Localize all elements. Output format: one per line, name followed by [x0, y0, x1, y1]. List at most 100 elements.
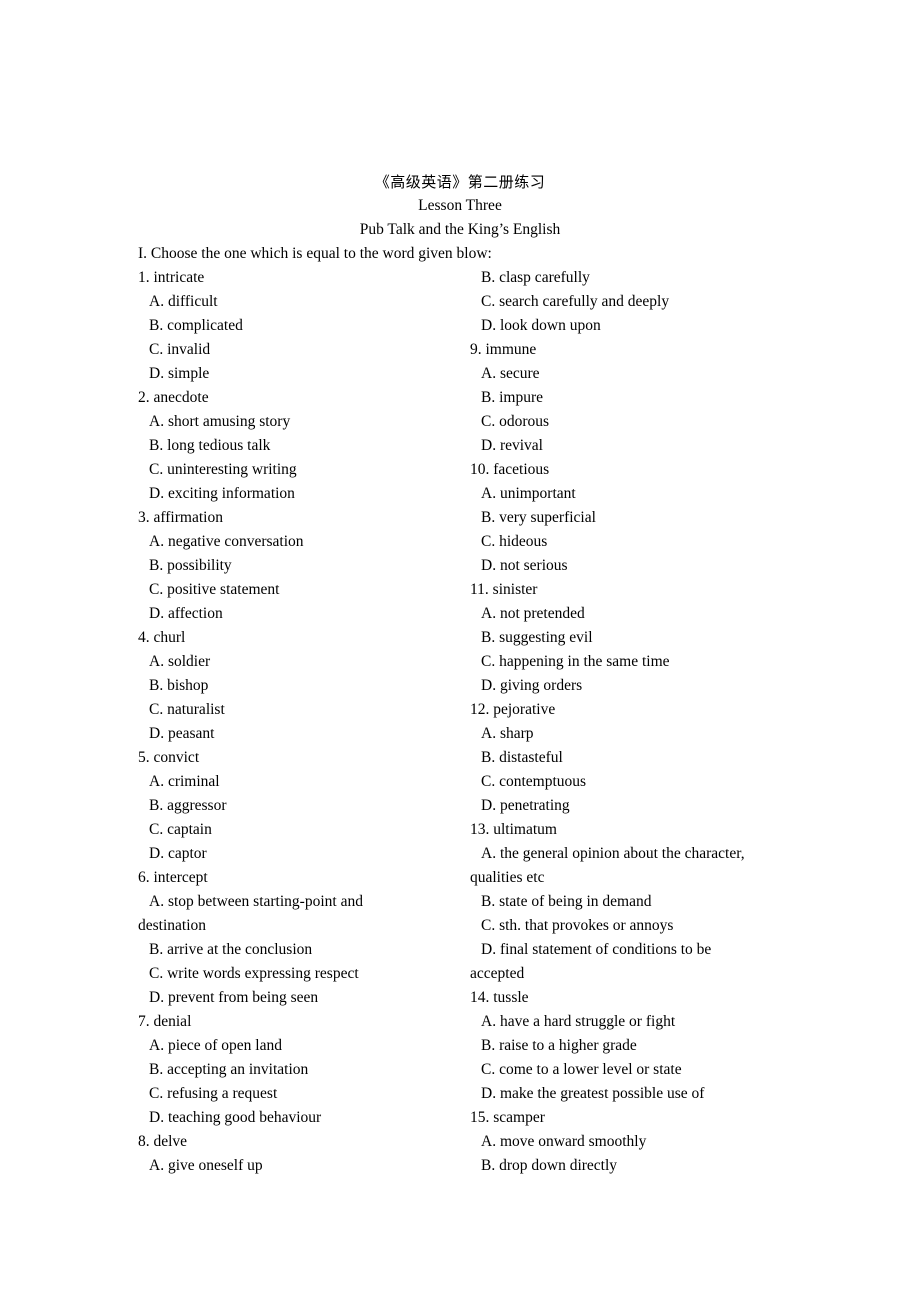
question-row: D. captor A. the general opinion about th… — [0, 842, 920, 866]
question-row: D. teaching good behaviour 15. scamper — [0, 1106, 920, 1130]
answer-option-right: C. search carefully and deeply — [481, 293, 670, 310]
answer-option-right: C. odorous — [481, 413, 550, 430]
answer-option-right: B. raise to a higher grade — [481, 1037, 637, 1054]
question-entry-right: 14. tussle — [470, 989, 529, 1006]
answer-option-left: C. naturalist — [149, 701, 225, 718]
question-entry-left: 7. denial — [138, 1013, 192, 1030]
question-row: 2. anecdote B. impure — [0, 386, 920, 410]
answer-option-right: B. very superficial — [481, 509, 596, 526]
question-entry-right: qualities etc — [470, 869, 545, 886]
question-row: D. exciting information A. unimportant — [0, 482, 920, 506]
answer-option-left: A. negative conversation — [149, 533, 304, 550]
question-entry-left: 4. churl — [138, 629, 186, 646]
answer-option-left: D. captor — [149, 845, 207, 862]
question-row: B. arrive at the conclusion D. final stat… — [0, 938, 920, 962]
question-row: 3. affirmation B. very superficial — [0, 506, 920, 530]
answer-option-right: D. look down upon — [481, 317, 601, 334]
document-title-cjk: 《高级英语》第二册练习 — [374, 173, 546, 191]
question-entry-right: accepted — [470, 965, 525, 982]
answer-option-left: A. stop between starting-point and — [149, 893, 363, 910]
question-row: D. peasant A. sharp — [0, 722, 920, 746]
question-entry-right: 15. scamper — [470, 1109, 545, 1126]
answer-option-left: C. write words expressing respect — [149, 965, 359, 982]
question-row: B. accepting an invitation C. come to a l… — [0, 1058, 920, 1082]
question-row: A. difficult C. search carefully and deep… — [0, 290, 920, 314]
question-row: B. bishop D. giving orders — [0, 674, 920, 698]
answer-option-left: D. teaching good behaviour — [149, 1109, 322, 1126]
answer-option-right: A. the general opinion about the charact… — [481, 845, 745, 862]
question-row: 7. denial A. have a hard struggle or figh… — [0, 1010, 920, 1034]
question-columns: 1. intricate B. clasp carefully A. difficu… — [0, 266, 920, 1178]
question-row: C. invalid 9. immune — [0, 338, 920, 362]
answer-option-right: A. move onward smoothly — [481, 1133, 647, 1150]
question-entry-right: 13. ultimatum — [470, 821, 557, 838]
answer-option-left: A. criminal — [149, 773, 220, 790]
question-row: A. criminal C. contemptuous — [0, 770, 920, 794]
answer-option-left: C. uninteresting writing — [149, 461, 297, 478]
question-entry-left: 1. intricate — [138, 269, 205, 286]
answer-option-right: B. distasteful — [481, 749, 563, 766]
answer-option-right: C. sth. that provokes or annoys — [481, 917, 674, 934]
question-row: A. negative conversation C. hideous — [0, 530, 920, 554]
question-row: C. write words expressing respect accepte… — [0, 962, 920, 986]
question-entry-right: 10. facetious — [470, 461, 550, 478]
answer-option-right: B. state of being in demand — [481, 893, 652, 910]
answer-option-right: B. clasp carefully — [481, 269, 590, 286]
question-row: C. positive statement 11. sinister — [0, 578, 920, 602]
answer-option-right: D. make the greatest possible use of — [481, 1085, 705, 1102]
question-row: 8. delve A. move onward smoothly — [0, 1130, 920, 1154]
answer-option-left: C. captain — [149, 821, 212, 838]
question-entry-right: 12. pejorative — [470, 701, 556, 718]
question-entry-left: 8. delve — [138, 1133, 188, 1150]
answer-option-right: C. happening in the same time — [481, 653, 670, 670]
instruction-line: I. Choose the one which is equal to the … — [138, 245, 492, 262]
question-row: B. possibility D. not serious — [0, 554, 920, 578]
question-row: C. naturalist 12. pejorative — [0, 698, 920, 722]
answer-option-left: D. exciting information — [149, 485, 295, 502]
answer-option-right: C. hideous — [481, 533, 548, 550]
question-row: A. soldier C. happening in the same time — [0, 650, 920, 674]
answer-option-right: A. unimportant — [481, 485, 576, 502]
answer-option-left: D. peasant — [149, 725, 215, 742]
answer-option-left: A. soldier — [149, 653, 211, 670]
question-entry-left: 3. affirmation — [138, 509, 223, 526]
answer-option-left: C. refusing a request — [149, 1085, 278, 1102]
question-row: C. refusing a request D. make the greates… — [0, 1082, 920, 1106]
answer-option-left: C. positive statement — [149, 581, 280, 598]
answer-option-left: B. accepting an invitation — [149, 1061, 309, 1078]
question-row: C. captain 13. ultimatum — [0, 818, 920, 842]
question-entry-left: 6. intercept — [138, 869, 208, 886]
answer-option-left: B. long tedious talk — [149, 437, 271, 454]
question-row: D. prevent from being seen 14. tussle — [0, 986, 920, 1010]
lesson-number: Lesson Three — [418, 197, 502, 214]
answer-option-left: A. give oneself up — [149, 1157, 263, 1174]
question-row: B. complicated D. look down upon — [0, 314, 920, 338]
answer-option-right: C. contemptuous — [481, 773, 587, 790]
answer-option-right: C. come to a lower level or state — [481, 1061, 682, 1078]
document-page: 《高级英语》第二册练习 Lesson Three Pub Talk and th… — [0, 0, 920, 1302]
answer-option-right: D. revival — [481, 437, 543, 454]
answer-option-left: A. difficult — [149, 293, 218, 310]
answer-option-left: D. simple — [149, 365, 210, 382]
question-row: 4. churl B. suggesting evil — [0, 626, 920, 650]
question-row: 6. intercept qualities etc — [0, 866, 920, 890]
question-entry-left: 2. anecdote — [138, 389, 209, 406]
answer-option-left: B. possibility — [149, 557, 232, 574]
question-row: destination C. sth. that provokes or anno… — [0, 914, 920, 938]
answer-option-right: D. penetrating — [481, 797, 570, 814]
answer-option-left: A. piece of open land — [149, 1037, 282, 1054]
answer-option-left: D. affection — [149, 605, 223, 622]
answer-option-right: D. final statement of conditions to be — [481, 941, 712, 958]
question-entry-left: 5. convict — [138, 749, 200, 766]
answer-option-right: A. not pretended — [481, 605, 585, 622]
lesson-title: Pub Talk and the King’s English — [359, 221, 561, 238]
answer-option-left: B. arrive at the conclusion — [149, 941, 313, 958]
question-row: D. affection A. not pretended — [0, 602, 920, 626]
answer-option-right: A. have a hard struggle or fight — [481, 1013, 676, 1030]
answer-option-left: B. aggressor — [149, 797, 227, 814]
answer-option-left: C. invalid — [149, 341, 211, 358]
question-row: A. piece of open land B. raise to a highe… — [0, 1034, 920, 1058]
answer-option-right: D. not serious — [481, 557, 568, 574]
answer-option-left: B. complicated — [149, 317, 243, 334]
question-entry-right: 11. sinister — [470, 581, 538, 598]
